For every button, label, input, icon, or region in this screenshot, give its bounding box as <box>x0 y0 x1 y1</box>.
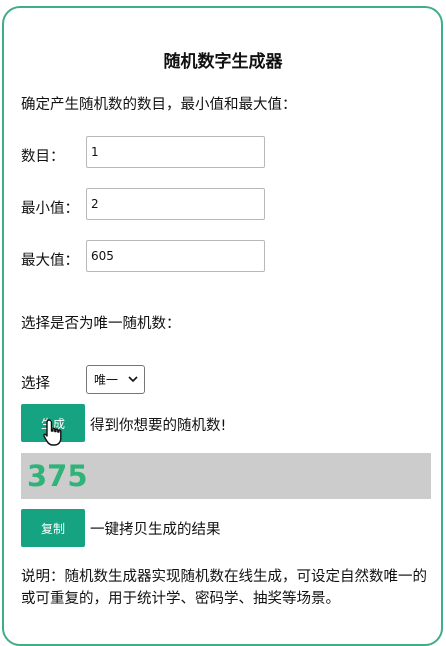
max-label: 最大值： <box>21 253 79 269</box>
unique-prompt: 选择是否为唯一随机数： <box>21 316 181 332</box>
unique-select[interactable]: 唯一 <box>86 365 145 394</box>
select-label: 选择 <box>21 376 50 392</box>
intro-text: 确定产生随机数的数目，最小值和最大值： <box>21 97 297 113</box>
min-label: 最小值： <box>21 201 79 217</box>
page-title: 随机数字生成器 <box>163 52 283 72</box>
count-input[interactable] <box>86 136 265 168</box>
result-value: 375 <box>27 459 88 493</box>
hand-pointer-icon <box>43 419 62 446</box>
result-box: 375 <box>21 453 431 499</box>
chevron-down-icon <box>128 376 138 383</box>
generate-hint: 得到你想要的随机数! <box>90 418 227 434</box>
min-input[interactable] <box>86 188 265 220</box>
select-value: 唯一 <box>94 373 119 387</box>
copy-button[interactable]: 复制 <box>21 509 85 547</box>
count-label: 数目： <box>21 149 65 165</box>
copy-hint: 一键拷贝生成的结果 <box>90 522 221 538</box>
description-text: 说明：随机数生成器实现随机数在线生成，可设定自然数唯一的或可重复的，用于统计学、… <box>21 569 427 607</box>
max-input[interactable] <box>86 240 265 272</box>
